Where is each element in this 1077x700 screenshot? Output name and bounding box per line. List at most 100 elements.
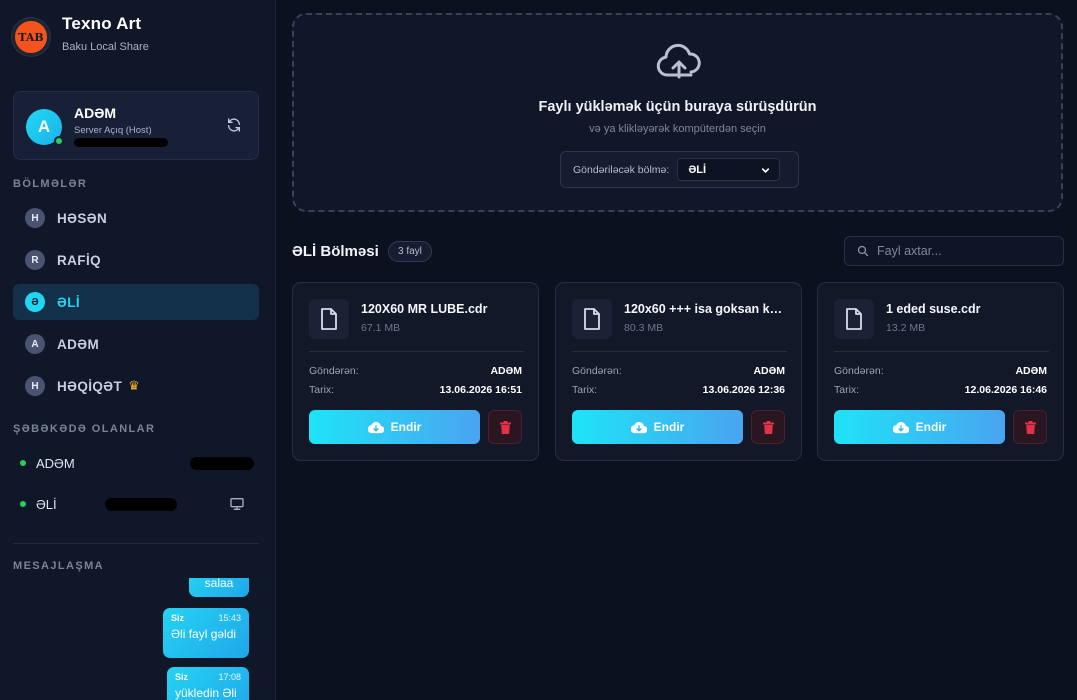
file-icon xyxy=(834,299,874,339)
target-value: ƏLİ xyxy=(688,163,707,176)
download-button[interactable]: Endir xyxy=(834,410,1005,444)
file-name: 1 eded suse.cdr xyxy=(886,302,981,316)
trash-icon xyxy=(499,420,511,434)
message-sender: Siz xyxy=(171,613,185,623)
message-time: 17:08 xyxy=(218,672,241,682)
network-heading: ŞƏBƏKƏDƏ OLANLAR xyxy=(13,423,156,435)
date-label: Tarix: xyxy=(572,384,598,396)
delete-button[interactable] xyxy=(1013,410,1047,444)
file-name: 120x60 +++ isa goksan kagizxana.cdr xyxy=(624,302,788,316)
message-text: Əli fayl gəldi xyxy=(171,627,237,641)
crown-icon: ♛ xyxy=(128,378,140,393)
file-size: 67.1 MB xyxy=(361,322,401,334)
date-row: Tarix: 12.06.2026 16:46 xyxy=(834,384,1047,396)
brand-subtitle: Baku Local Share xyxy=(62,41,149,53)
download-label: Endir xyxy=(653,420,685,434)
nav-badge: Ə xyxy=(25,292,45,312)
sidebar-item-adem[interactable]: A ADƏM xyxy=(13,326,259,362)
peer-name: ADƏM xyxy=(36,455,75,471)
user-card: A ADƏM Server Açıq (Host) xyxy=(13,91,259,160)
nav-badge: H xyxy=(25,376,45,396)
message-text: salaa xyxy=(204,578,234,590)
trash-icon xyxy=(762,420,774,434)
target-label: Göndəriləcək bölmə: xyxy=(573,163,670,176)
online-dot xyxy=(20,501,26,507)
sender-label: Göndərən: xyxy=(572,365,622,377)
search-box xyxy=(844,236,1064,266)
sender-label: Göndərən: xyxy=(834,365,884,377)
brand: TAB Texno Art Baku Local Share xyxy=(12,14,149,56)
search-input[interactable] xyxy=(877,244,1047,258)
download-button[interactable]: Endir xyxy=(572,410,743,444)
sidebar-item-rafiq[interactable]: R RAFİQ xyxy=(13,242,259,278)
date-value: 13.06.2026 12:36 xyxy=(702,384,785,396)
date-row: Tarix: 13.06.2026 12:36 xyxy=(572,384,785,396)
sender-row: Göndərən: ADƏM xyxy=(834,365,1047,377)
chevron-down-icon xyxy=(762,168,770,173)
file-card: 120x60 +++ isa goksan kagizxana.cdr 80.3… xyxy=(555,282,802,461)
refresh-button[interactable] xyxy=(224,115,244,135)
file-card: 120X60 MR LUBE.cdr 67.1 MB Göndərən: ADƏ… xyxy=(292,282,539,461)
date-value: 13.06.2026 16:51 xyxy=(439,384,522,396)
sender-value: ADƏM xyxy=(753,365,785,377)
online-indicator xyxy=(54,136,64,146)
online-dot xyxy=(20,460,26,466)
chat-bubble: Siz 17:08 yükledin Əli xyxy=(167,667,249,700)
sidebar-item-label: HƏQİQƏT xyxy=(57,378,123,394)
cloud-download-icon xyxy=(892,421,909,434)
file-icon xyxy=(572,299,612,339)
sidebar-item-eli[interactable]: Ə ƏLİ xyxy=(13,284,259,320)
refresh-icon xyxy=(228,118,240,132)
sidebar-item-label: HƏSƏN xyxy=(57,210,108,226)
download-button[interactable]: Endir xyxy=(309,410,480,444)
peer-item: ADƏM xyxy=(13,451,259,475)
sidebar-item-label: RAFİQ xyxy=(57,252,101,268)
monitor-icon[interactable] xyxy=(227,494,247,514)
file-name: 120X60 MR LUBE.cdr xyxy=(361,302,488,316)
cloud-upload-icon xyxy=(656,43,701,79)
divider xyxy=(309,351,524,352)
chat-messages[interactable]: salaa Siz 15:43 Əli fayl gəldi Siz 17:08… xyxy=(13,578,259,700)
file-count-badge: 3 fayl xyxy=(388,241,432,262)
date-value: 12.06.2026 16:46 xyxy=(964,384,1047,396)
redacted-ip xyxy=(105,498,177,511)
delete-button[interactable] xyxy=(751,410,785,444)
sidebar-item-heqiqet[interactable]: H HƏQİQƏT ♛ xyxy=(13,368,259,404)
message-sender: Siz xyxy=(175,672,189,682)
sender-value: ADƏM xyxy=(490,365,522,377)
user-name: ADƏM xyxy=(74,105,117,121)
target-section-select[interactable]: ƏLİ xyxy=(677,158,781,181)
folder-title: ƏLİ Bölməsi xyxy=(292,243,379,260)
delete-button[interactable] xyxy=(488,410,522,444)
date-label: Tarix: xyxy=(834,384,860,396)
download-label: Endir xyxy=(915,420,947,434)
sender-row: Göndərən: ADƏM xyxy=(309,365,522,377)
search-icon xyxy=(857,245,869,257)
chat-bubble: salaa xyxy=(189,578,249,597)
main-content: Faylı yükləmək üçün buraya sürüşdürün və… xyxy=(276,0,1077,700)
sidebar-item-label: ƏLİ xyxy=(57,294,80,310)
download-label: Endir xyxy=(390,420,422,434)
chat-bubble: Siz 15:43 Əli fayl gəldi xyxy=(163,608,249,658)
sender-row: Göndərən: ADƏM xyxy=(572,365,785,377)
file-size: 80.3 MB xyxy=(624,322,664,334)
trash-icon xyxy=(1024,420,1036,434)
message-time: 15:43 xyxy=(218,613,241,623)
sidebar-item-hesen[interactable]: H HƏSƏN xyxy=(13,200,259,236)
upload-subtitle: və ya klikləyərək kompüterdən seçin xyxy=(589,123,766,135)
nav-badge: R xyxy=(25,250,45,270)
sidebar-item-label: ADƏM xyxy=(57,336,100,352)
messaging-heading: MESAJLAŞMA xyxy=(13,560,105,572)
divider xyxy=(834,351,1049,352)
peer-item: ƏLİ xyxy=(13,492,259,516)
brand-logo: TAB xyxy=(12,18,50,56)
date-row: Tarix: 13.06.2026 16:51 xyxy=(309,384,522,396)
cloud-download-icon xyxy=(630,421,647,434)
sender-value: ADƏM xyxy=(1015,365,1047,377)
cloud-download-icon xyxy=(367,421,384,434)
nav-badge: H xyxy=(25,208,45,228)
redacted-ip xyxy=(74,138,168,147)
sidebar: TAB Texno Art Baku Local Share A ADƏM Se… xyxy=(0,0,276,700)
upload-dropzone[interactable]: Faylı yükləmək üçün buraya sürüşdürün və… xyxy=(292,13,1063,212)
date-label: Tarix: xyxy=(309,384,335,396)
